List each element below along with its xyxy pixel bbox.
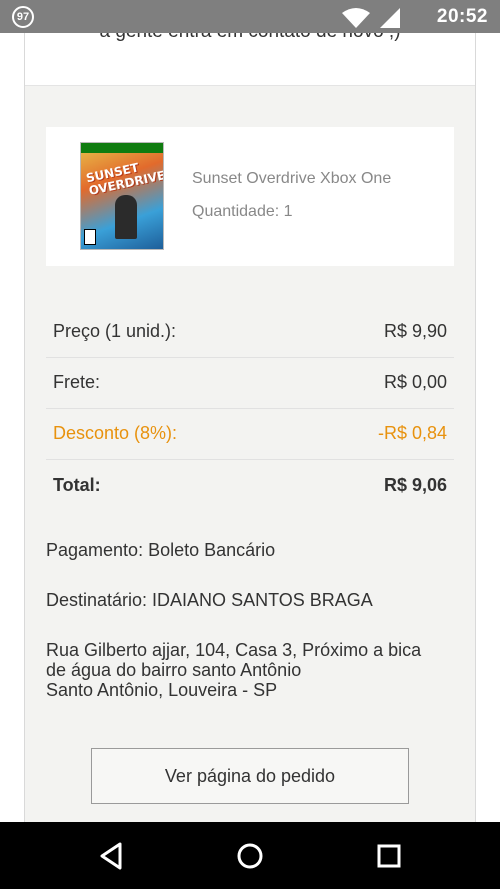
page-content[interactable]: a gente entra em contato de novo ;) SUNS… (0, 33, 500, 822)
discount-label: Desconto (8%): (53, 423, 178, 443)
status-icons (340, 7, 404, 34)
total-row: Total: R$ 9,06 (46, 461, 454, 512)
address-line-2: de água do bairro santo Antônio (46, 660, 302, 680)
shipping-value: R$ 0,00 (383, 372, 447, 392)
rating-icon (84, 229, 96, 245)
order-card: a gente entra em contato de novo ;) SUNS… (24, 33, 476, 822)
navigation-bar (0, 822, 500, 889)
recents-icon[interactable] (373, 840, 405, 872)
product-cover-image: SUNSET OVERDRIVE (80, 142, 164, 250)
wifi-icon (342, 8, 370, 28)
product-quantity: Quantidade: 1 (192, 203, 293, 220)
signal-icon (380, 8, 400, 28)
xbox-band (81, 143, 163, 153)
status-bar: 97 20:52 (0, 0, 500, 33)
address-line-1: Rua Gilberto ajjar, 104, Casa 3, Próximo… (46, 640, 422, 660)
product-card: SUNSET OVERDRIVE Sunset Overdrive Xbox O… (46, 127, 454, 266)
payment-info: Pagamento: Boleto Bancário (46, 540, 276, 560)
back-icon[interactable] (96, 840, 128, 872)
total-value: R$ 9,06 (383, 475, 447, 495)
recipient-info: Destinatário: IDAIANO SANTOS BRAGA (46, 590, 373, 610)
home-icon[interactable] (234, 840, 266, 872)
price-label: Preço (1 unid.): (53, 321, 177, 341)
discount-row: Desconto (8%): -R$ 0,84 (46, 409, 454, 460)
price-value: R$ 9,90 (383, 321, 447, 341)
contact-message: a gente entra em contato de novo ;) (25, 33, 475, 43)
address-line-3: Santo Antônio, Louveira - SP (46, 680, 278, 700)
notification-badge: 97 (12, 6, 34, 28)
view-order-button[interactable]: Ver página do pedido (91, 748, 409, 804)
order-summary: SUNSET OVERDRIVE Sunset Overdrive Xbox O… (25, 85, 475, 822)
price-row: Preço (1 unid.): R$ 9,90 (46, 307, 454, 358)
shipping-row: Frete: R$ 0,00 (46, 358, 454, 409)
cover-figure (115, 195, 137, 239)
shipping-label: Frete: (53, 372, 101, 392)
status-time: 20:52 (436, 6, 488, 27)
total-label: Total: (53, 475, 101, 495)
discount-value: -R$ 0,84 (377, 423, 447, 443)
address-block: Rua Gilberto ajjar, 104, Casa 3, Próximo… (46, 640, 421, 700)
product-name: Sunset Overdrive Xbox One (192, 170, 392, 187)
cover-title: SUNSET OVERDRIVE (84, 160, 164, 198)
